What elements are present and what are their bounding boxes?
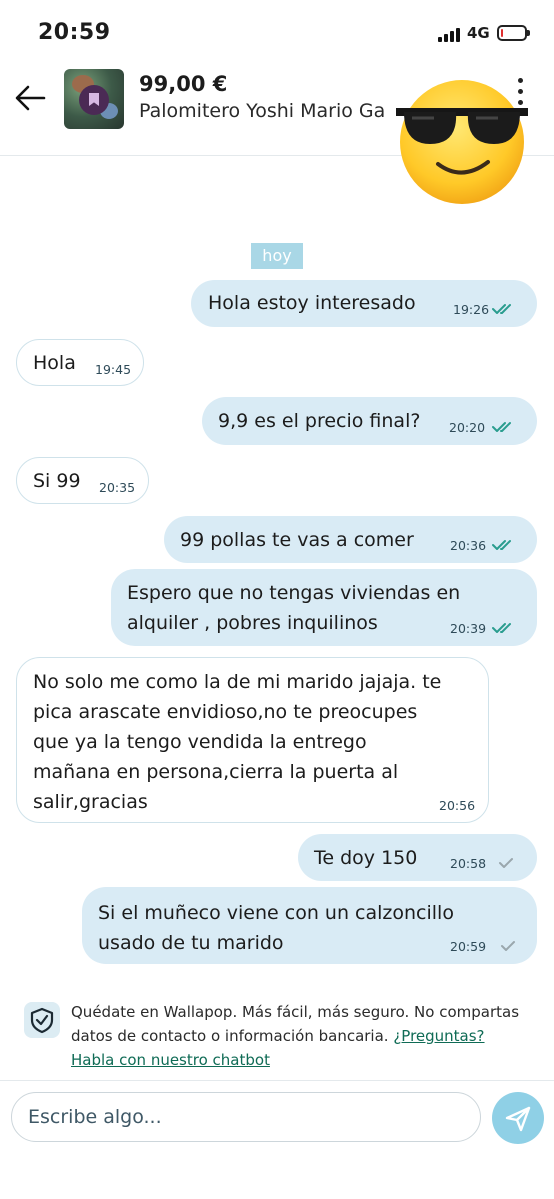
message-time: 19:45 [95, 362, 132, 377]
status-time: 20:59 [38, 20, 111, 45]
shield-check-icon [24, 1002, 60, 1038]
double-check-icon [492, 623, 511, 633]
message-line: Si el muñeco viene con un calzoncillo [98, 902, 454, 924]
send-icon [505, 1106, 531, 1132]
message-bubble-incoming[interactable]: Si 99 20:35 [16, 457, 149, 504]
message-line: mañana en persona,cierra la puerta al [33, 761, 399, 783]
message-line: pica arascate envidioso,no te preocupes [33, 701, 418, 723]
bookmark-badge-icon [79, 85, 109, 115]
message-text: 9,9 es el precio final? [218, 410, 421, 432]
message-time: 20:59 [450, 939, 487, 954]
check-icon [501, 941, 515, 951]
message-bubble-outgoing[interactable]: Hola estoy interesado 19:26 [191, 280, 537, 327]
disclaimer-line: datos de contacto o información bancaria… [71, 1024, 537, 1048]
status-bar: 20:59 4G [0, 0, 554, 62]
message-bubble-outgoing[interactable]: Si el muñeco viene con un calzoncillo us… [82, 887, 537, 964]
network-type: 4G [467, 24, 490, 42]
item-title[interactable]: Palomitero Yoshi Mario Ga [139, 100, 385, 122]
message-time: 20:35 [99, 480, 136, 495]
signal-strength-icon [438, 28, 462, 42]
disclaimer-text: datos de contacto o información bancaria… [71, 1027, 394, 1045]
message-text: Espero que no tengas viviendas en alquil… [127, 578, 460, 638]
message-line: Espero que no tengas viviendas en [127, 582, 461, 604]
chatbot-link[interactable]: Habla con nuestro chatbot [71, 1051, 270, 1069]
message-input[interactable] [11, 1092, 481, 1142]
item-price[interactable]: 99,00 € [139, 72, 227, 96]
message-bubble-outgoing[interactable]: Te doy 150 20:58 [298, 834, 537, 881]
day-separator: hoy [251, 243, 303, 269]
send-button[interactable] [492, 1092, 544, 1144]
message-bubble-outgoing[interactable]: 99 pollas te vas a comer 20:36 [164, 516, 537, 563]
message-bubble-outgoing[interactable]: Espero que no tengas viviendas en alquil… [111, 569, 537, 646]
check-icon [499, 858, 513, 868]
disclaimer-line: Quédate en Wallapop. Más fácil, más segu… [71, 1003, 520, 1021]
back-arrow-icon[interactable] [14, 84, 46, 112]
message-time: 20:39 [450, 621, 487, 636]
safety-disclaimer: Quédate en Wallapop. Más fácil, más segu… [71, 1000, 537, 1072]
questions-link[interactable]: ¿Preguntas? [393, 1027, 484, 1045]
message-text: Si 99 [33, 470, 81, 492]
message-line: alquiler , pobres inquilinos [127, 612, 378, 634]
message-time: 19:26 [453, 302, 490, 317]
message-line: usado de tu marido [98, 932, 284, 954]
double-check-icon [492, 540, 511, 550]
message-text: 99 pollas te vas a comer [180, 529, 414, 551]
message-text: Hola [33, 352, 76, 374]
battery-level [501, 29, 503, 37]
double-check-icon [492, 304, 511, 314]
message-text: Si el muñeco viene con un calzoncillo us… [98, 898, 454, 958]
message-time: 20:56 [439, 798, 476, 813]
message-bubble-outgoing[interactable]: 9,9 es el precio final? 20:20 [202, 397, 537, 445]
message-bubble-incoming[interactable]: Hola 19:45 [16, 339, 144, 386]
composer-divider [0, 1080, 554, 1081]
message-bubble-incoming[interactable]: No solo me como la de mi marido jajaja. … [16, 657, 489, 823]
message-text: Hola estoy interesado [208, 292, 416, 314]
message-text: Te doy 150 [314, 847, 418, 869]
message-text: No solo me como la de mi marido jajaja. … [33, 667, 441, 817]
message-time: 20:20 [449, 420, 486, 435]
double-check-icon [492, 422, 511, 432]
message-line: salir,gracias [33, 791, 148, 813]
message-time: 20:36 [450, 538, 487, 553]
message-line: No solo me como la de mi marido jajaja. … [33, 671, 442, 693]
message-time: 20:58 [450, 856, 487, 871]
message-line: que ya la tengo vendida la entrego [33, 731, 367, 753]
sunglasses-emoji [396, 80, 528, 204]
battery-icon [497, 25, 530, 41]
item-thumbnail[interactable] [64, 69, 124, 129]
